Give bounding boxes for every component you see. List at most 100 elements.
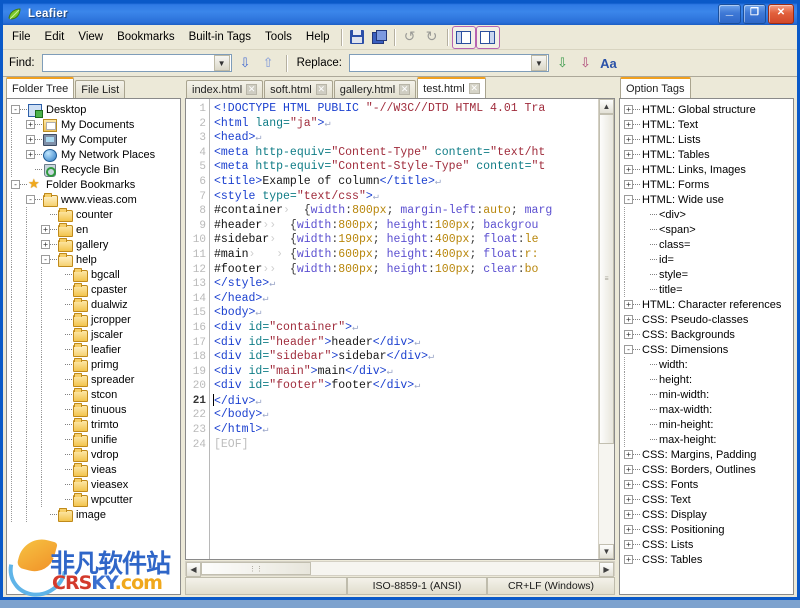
option-item-div[interactable]: <div>: [620, 207, 793, 222]
expand-toggle-icon[interactable]: +: [624, 510, 633, 519]
tree-item-my-network-places[interactable]: +My Network Places: [7, 147, 180, 162]
option-item-css-tables[interactable]: +CSS: Tables: [620, 552, 793, 567]
close-button[interactable]: ✕: [768, 4, 794, 24]
code-text[interactable]: <!DOCTYPE HTML PUBLIC "-//W3C//DTD HTML …: [210, 99, 598, 559]
close-tab-icon[interactable]: ✕: [399, 84, 410, 95]
editor-horizontal-scrollbar[interactable]: ◀ ⋮⋮ ▶: [185, 561, 615, 576]
code-line[interactable]: #container› {width:800px; margin-left:au…: [214, 204, 598, 219]
option-item-css-text[interactable]: +CSS: Text: [620, 492, 793, 507]
expand-toggle-icon[interactable]: +: [41, 240, 50, 249]
tree-item-jcropper[interactable]: jcropper: [7, 312, 180, 327]
tab-folder-tree[interactable]: Folder Tree: [6, 77, 74, 98]
option-item-css-borders-outlines[interactable]: +CSS: Borders, Outlines: [620, 462, 793, 477]
option-item-width[interactable]: width:: [620, 357, 793, 372]
tree-item-jscaler[interactable]: jscaler: [7, 327, 180, 342]
code-line[interactable]: #footer›› {width:800px; height:100px; cl…: [214, 263, 598, 278]
expand-toggle-icon[interactable]: +: [624, 150, 633, 159]
tree-item-image[interactable]: image: [7, 507, 180, 522]
tree-item-www-vieas-com[interactable]: -www.vieas.com: [7, 192, 180, 207]
code-line[interactable]: </style>↵: [214, 277, 598, 292]
code-line[interactable]: <style type="text/css">↵: [214, 190, 598, 205]
expand-toggle-icon[interactable]: +: [624, 495, 633, 504]
hscroll-thumb[interactable]: ⋮⋮: [201, 562, 311, 575]
option-item-html-links-images[interactable]: +HTML: Links, Images: [620, 162, 793, 177]
option-item-min-width[interactable]: min-width:: [620, 387, 793, 402]
option-item-css-fonts[interactable]: +CSS: Fonts: [620, 477, 793, 492]
editor-tab-gallery-html[interactable]: gallery.html✕: [334, 80, 416, 98]
option-item-title[interactable]: title=: [620, 282, 793, 297]
option-item-css-margins-padding[interactable]: +CSS: Margins, Padding: [620, 447, 793, 462]
tree-item-wpcutter[interactable]: wpcutter: [7, 492, 180, 507]
minimize-button[interactable]: _: [718, 4, 741, 24]
code-line[interactable]: <div id="container">↵: [214, 321, 598, 336]
scroll-left-button[interactable]: ◀: [186, 562, 201, 577]
code-line[interactable]: </head>↵: [214, 292, 598, 307]
tree-item-leafier[interactable]: leafier: [7, 342, 180, 357]
option-item-html-global-structure[interactable]: +HTML: Global structure: [620, 102, 793, 117]
tree-item-tinuous[interactable]: tinuous: [7, 402, 180, 417]
save-all-button[interactable]: [368, 27, 390, 48]
editor-tab-test-html[interactable]: test.html✕: [417, 77, 486, 98]
match-case-icon[interactable]: Aa: [599, 54, 618, 73]
code-line[interactable]: #header›› {width:800px; height:100px; ba…: [214, 219, 598, 234]
option-item-css-positioning[interactable]: +CSS: Positioning: [620, 522, 793, 537]
replace-one-icon[interactable]: ⇩: [553, 54, 572, 73]
expand-toggle-icon[interactable]: +: [624, 105, 633, 114]
status-encoding[interactable]: ISO-8859-1 (ANSI): [347, 577, 487, 595]
expand-toggle-icon[interactable]: +: [26, 135, 35, 144]
code-line[interactable]: <!DOCTYPE HTML PUBLIC "-//W3C//DTD HTML …: [214, 102, 598, 117]
expand-toggle-icon[interactable]: +: [624, 450, 633, 459]
code-line[interactable]: <head>↵: [214, 131, 598, 146]
code-line[interactable]: #sidebar› {width:190px; height:400px; fl…: [214, 233, 598, 248]
code-line[interactable]: #main› › {width:600px; height:400px; flo…: [214, 248, 598, 263]
menu-built-in-tags[interactable]: Built-in Tags: [182, 28, 258, 46]
expand-toggle-icon[interactable]: +: [624, 330, 633, 339]
code-line[interactable]: <div id="sidebar">sidebar</div>↵: [214, 350, 598, 365]
tree-item-stcon[interactable]: stcon: [7, 387, 180, 402]
option-item-span[interactable]: <span>: [620, 222, 793, 237]
scroll-right-button[interactable]: ▶: [599, 562, 614, 577]
tree-item-folder-bookmarks[interactable]: -★Folder Bookmarks: [7, 177, 180, 192]
expand-toggle-icon[interactable]: +: [624, 465, 633, 474]
expand-toggle-icon[interactable]: +: [624, 180, 633, 189]
expand-toggle-icon[interactable]: +: [624, 120, 633, 129]
tree-item-dualwiz[interactable]: dualwiz: [7, 297, 180, 312]
tab-option-tags[interactable]: Option Tags: [620, 77, 691, 98]
option-item-css-lists[interactable]: +CSS: Lists: [620, 537, 793, 552]
collapse-toggle-icon[interactable]: -: [11, 105, 20, 114]
code-line[interactable]: </body>↵: [214, 408, 598, 423]
tree-item-help[interactable]: -help: [7, 252, 180, 267]
tree-item-primg[interactable]: primg: [7, 357, 180, 372]
option-tags-pane[interactable]: +HTML: Global structure+HTML: Text+HTML:…: [619, 98, 794, 595]
hscroll-track[interactable]: ⋮⋮: [201, 562, 599, 575]
collapse-toggle-icon[interactable]: -: [624, 195, 633, 204]
code-line[interactable]: <html lang="ja">↵: [214, 117, 598, 132]
option-item-html-forms[interactable]: +HTML: Forms: [620, 177, 793, 192]
tree-item-cpaster[interactable]: cpaster: [7, 282, 180, 297]
expand-toggle-icon[interactable]: +: [41, 225, 50, 234]
option-item-html-lists[interactable]: +HTML: Lists: [620, 132, 793, 147]
option-item-css-display[interactable]: +CSS: Display: [620, 507, 793, 522]
folder-tree-pane[interactable]: -Desktop+My Documents+My Computer+My Net…: [6, 98, 181, 595]
replace-combo[interactable]: ▼: [349, 54, 549, 72]
collapse-toggle-icon[interactable]: -: [11, 180, 20, 189]
expand-toggle-icon[interactable]: +: [624, 315, 633, 324]
menu-file[interactable]: File: [5, 28, 38, 46]
option-item-max-height[interactable]: max-height:: [620, 432, 793, 447]
option-item-max-width[interactable]: max-width:: [620, 402, 793, 417]
tree-item-bgcall[interactable]: bgcall: [7, 267, 180, 282]
tree-item-vdrop[interactable]: vdrop: [7, 447, 180, 462]
code-line[interactable]: <meta http-equiv="Content-Style-Type" co…: [214, 160, 598, 175]
tree-item-recycle-bin[interactable]: Recycle Bin: [7, 162, 180, 177]
vscroll-thumb[interactable]: ≡: [599, 114, 614, 444]
tab-file-list[interactable]: File List: [75, 80, 125, 98]
maximize-button[interactable]: ❐: [743, 4, 766, 24]
menu-help[interactable]: Help: [299, 28, 337, 46]
tree-item-spreader[interactable]: spreader: [7, 372, 180, 387]
code-line[interactable]: <div id="main">main</div>↵: [214, 365, 598, 380]
tree-item-my-computer[interactable]: +My Computer: [7, 132, 180, 147]
find-combo[interactable]: ▼: [42, 54, 232, 72]
option-item-height[interactable]: height:: [620, 372, 793, 387]
option-item-html-character-references[interactable]: +HTML: Character references: [620, 297, 793, 312]
tree-item-trimto[interactable]: trimto: [7, 417, 180, 432]
